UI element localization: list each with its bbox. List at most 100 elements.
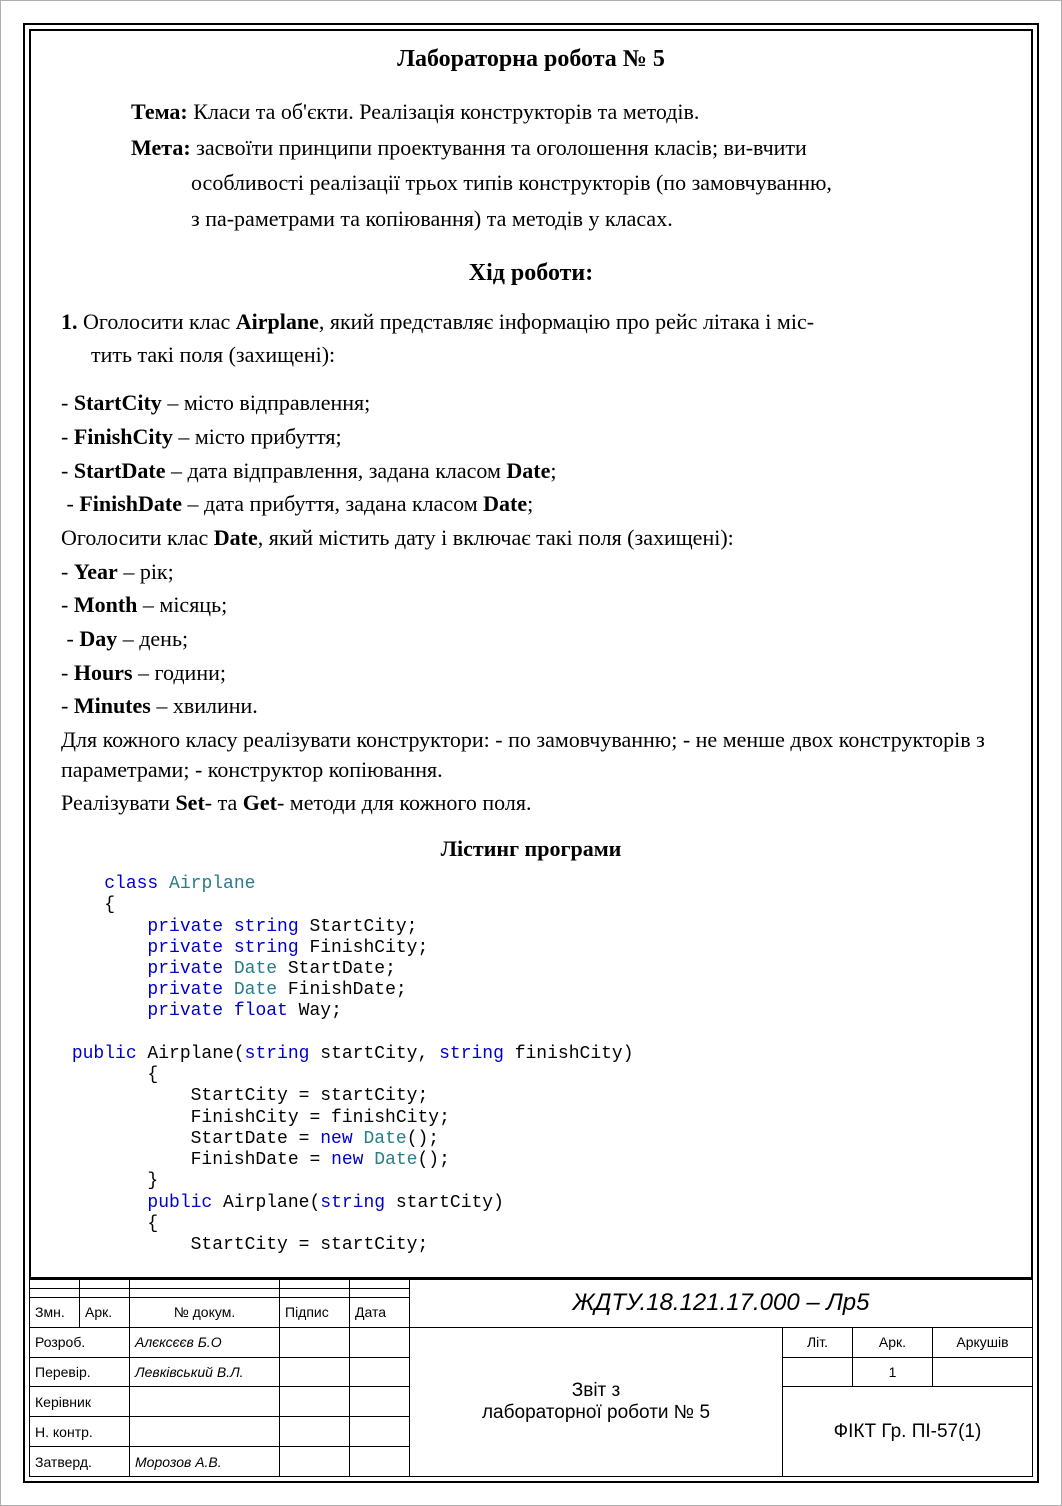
l08ty2: string — [439, 1044, 504, 1064]
set: Set — [175, 790, 204, 815]
h-ark: Арк. — [80, 1298, 130, 1328]
d-minutes: - Minutes – хвилини. — [61, 691, 1001, 721]
ctor-para1: Для кожного класу реалізувати конструкто… — [61, 725, 1001, 784]
doc-code: ЖДТУ.18.121.17.000 – Лр5 — [410, 1280, 1033, 1328]
l06kw: private — [147, 980, 233, 1000]
l17: StartCity = startCity; — [191, 1235, 429, 1255]
l09: { — [147, 1065, 158, 1085]
d-year: - Year – рік; — [61, 557, 1001, 587]
r2-role: Перевір. — [30, 1357, 130, 1387]
h-arkushiv: Аркушів — [932, 1327, 1032, 1357]
d3-desc: – день; — [117, 626, 188, 651]
r5-role: Затверд. — [30, 1447, 130, 1477]
l07ty: float — [234, 1001, 288, 1021]
l13kw: new — [331, 1150, 374, 1170]
r2-name: Левківський В.Л. — [130, 1357, 280, 1387]
tema-text: Класи та об'єкти. Реалізація конструктор… — [188, 99, 700, 124]
task-b: , який представляє інформацію про рейс л… — [319, 309, 814, 334]
report-line2: лабораторної роботи № 5 — [482, 1402, 710, 1423]
l05nm: StartDate; — [277, 959, 396, 979]
l07nm: Way; — [288, 1001, 342, 1021]
l07kw: private — [147, 1001, 233, 1021]
d1-desc: – рік; — [118, 559, 174, 584]
d4-desc: – години; — [133, 660, 226, 685]
l08kw: public — [72, 1044, 137, 1064]
f4-semi: ; — [527, 491, 533, 516]
get: Get — [243, 790, 277, 815]
l05kw: private — [147, 959, 233, 979]
l16: { — [147, 1214, 158, 1234]
page: Лабораторна робота № 5 Тема: Класи та об… — [0, 0, 1062, 1506]
d5-desc: – хвилини. — [151, 693, 258, 718]
r1-name: Алєксєєв Б.О — [130, 1327, 280, 1357]
d-hours: - Hours – години; — [61, 658, 1001, 688]
d1-name: Year — [74, 559, 118, 584]
meta-text1: засвоїти принципи проектування та оголош… — [191, 135, 807, 160]
ctor-para2: Реалізувати Set- та Get- методи для кожн… — [61, 788, 1001, 818]
r4-role: Н. контр. — [30, 1417, 130, 1447]
progress-heading: Хід роботи: — [61, 260, 1001, 287]
stamp-table: ЖДТУ.18.121.17.000 – Лр5 Змн. Арк. № док… — [29, 1279, 1033, 1477]
h-ark2: Арк. — [852, 1327, 932, 1357]
l13a: FinishDate = — [191, 1150, 331, 1170]
d-month: - Month – місяць; — [61, 590, 1001, 620]
pagestotal — [932, 1357, 1032, 1387]
stamp-row-thin1: ЖДТУ.18.121.17.000 – Лр5 — [30, 1280, 1033, 1289]
l08b: startCity, — [309, 1044, 439, 1064]
report-line1: Звіт з — [572, 1380, 620, 1401]
l10: StartCity = startCity; — [191, 1086, 429, 1106]
group-cell: ФІКТ Гр. ПІ-57(1) — [782, 1387, 1032, 1477]
l06ty: Date — [234, 980, 277, 1000]
task-num: 1. — [61, 309, 78, 334]
f4-date: Date — [483, 491, 527, 516]
f1-desc: – місто відправлення; — [162, 390, 370, 415]
task-class1: Airplane — [236, 309, 319, 334]
l15kw: public — [147, 1193, 212, 1213]
l15ty: string — [320, 1193, 385, 1213]
l08ty1: string — [245, 1044, 310, 1064]
listing-heading: Лістинг програми — [61, 836, 1001, 862]
l15b: startCity) — [385, 1193, 504, 1213]
meta-line2: особливості реалізації трьох типів конст… — [61, 168, 1001, 198]
meta-label: Мета: — [131, 135, 191, 160]
h-zmn: Змн. — [30, 1298, 80, 1328]
ty-airplane: Airplane — [158, 874, 255, 894]
l03kw: private — [147, 917, 233, 937]
l15a: Airplane( — [212, 1193, 320, 1213]
l03ty: string — [234, 917, 299, 937]
l04ty: string — [234, 938, 299, 958]
l12kw: new — [320, 1129, 363, 1149]
title-block: ЖДТУ.18.121.17.000 – Лр5 Змн. Арк. № док… — [29, 1277, 1033, 1477]
field-finishcity: - FinishCity – місто прибуття; — [61, 422, 1001, 452]
r1-role: Розроб. — [30, 1327, 130, 1357]
code-listing: class Airplane { private string StartCit… — [61, 874, 1001, 1256]
date-sentence: Оголосити клас Date, який містить дату і… — [61, 523, 1001, 553]
date-a: Оголосити клас — [61, 525, 214, 550]
d4-name: Hours — [74, 660, 133, 685]
f3-name: StartDate — [74, 458, 166, 483]
d5-name: Minutes — [74, 693, 151, 718]
r3-role: Керівник — [30, 1387, 130, 1417]
f2-name: FinishCity — [74, 424, 173, 449]
l14: } — [147, 1171, 158, 1191]
tema-label: Тема: — [131, 99, 188, 124]
d-day: - Day – день; — [61, 624, 1001, 654]
f3-semi: ; — [550, 458, 556, 483]
f3-date: Date — [506, 458, 550, 483]
date-class: Date — [214, 525, 258, 550]
l12a: StartDate = — [191, 1129, 321, 1149]
f4-name: FinishDate — [79, 491, 182, 516]
report-title-cell: Звіт з лабораторної роботи № 5 — [410, 1327, 783, 1476]
l03nm: StartCity; — [299, 917, 418, 937]
l13ty: Date — [374, 1150, 417, 1170]
l02: { — [104, 895, 115, 915]
l04kw: private — [147, 938, 233, 958]
l08a: Airplane( — [137, 1044, 245, 1064]
f1-name: StartCity — [74, 390, 162, 415]
task-line2: тить такі поля (захищені): — [61, 340, 1001, 370]
field-finishdate: - FinishDate – дата прибуття, задана кла… — [61, 489, 1001, 519]
l06nm: FinishDate; — [277, 980, 407, 1000]
l13b: (); — [418, 1150, 450, 1170]
l04nm: FinishCity; — [299, 938, 429, 958]
l12ty: Date — [363, 1129, 406, 1149]
